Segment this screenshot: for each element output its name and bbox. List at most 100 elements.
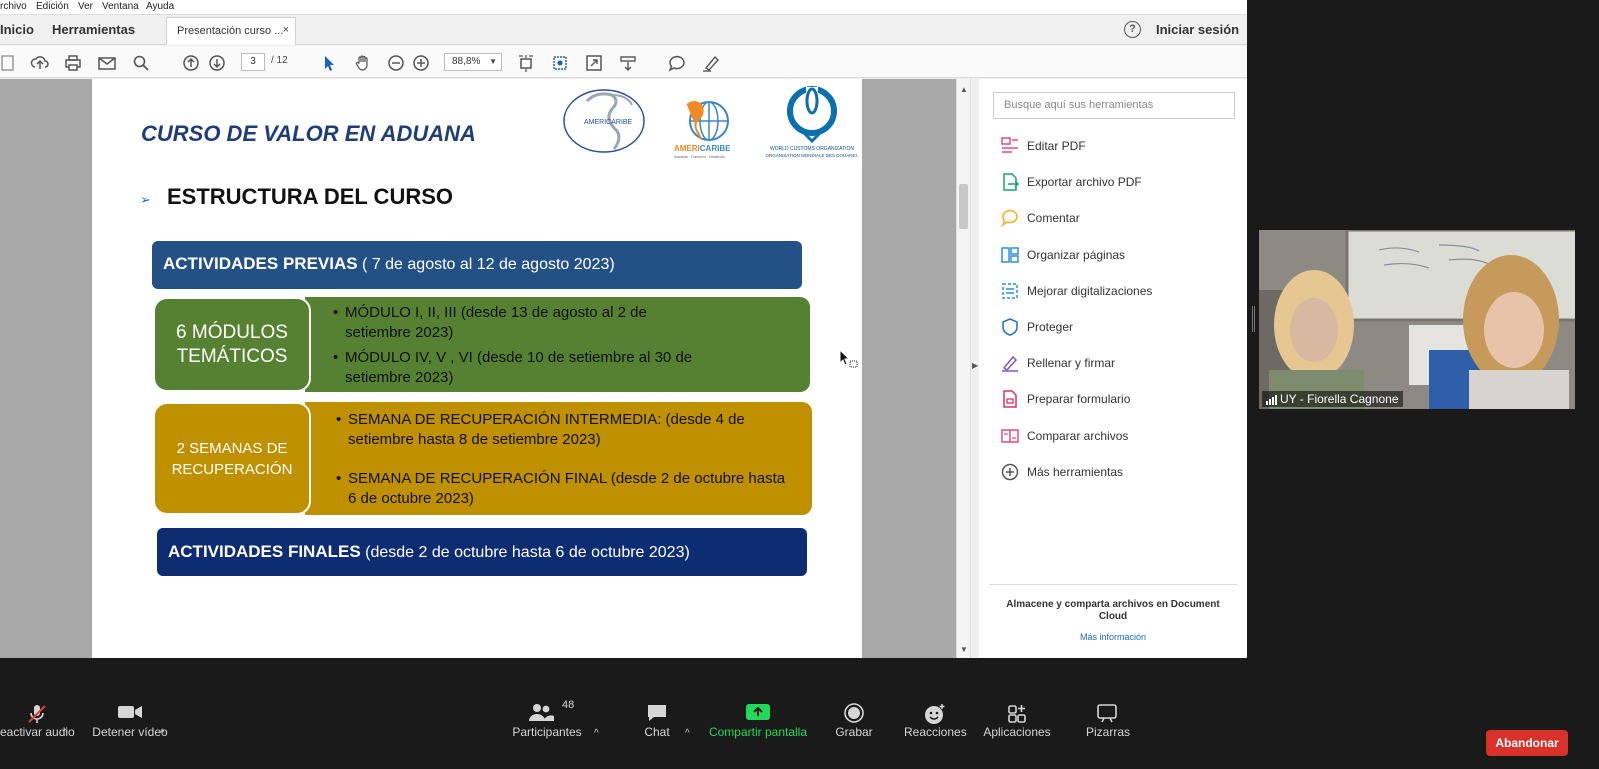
participant-name-label: UY - Fiorella Cagnone	[1262, 391, 1403, 407]
menu-ver[interactable]: Ver	[78, 1, 93, 12]
share-screen-label: Compartir pantalla	[708, 725, 808, 739]
search-icon[interactable]	[131, 53, 151, 73]
email-icon[interactable]	[97, 53, 117, 73]
chat-label: Chat	[644, 725, 670, 739]
fullscreen-icon[interactable]	[584, 53, 604, 73]
leave-meeting-button[interactable]: Abandonar	[1486, 730, 1568, 756]
divider	[989, 584, 1237, 585]
help-icon[interactable]: ?	[1124, 21, 1141, 38]
stop-video-label: Detener vídeo	[92, 725, 168, 739]
reactions-button[interactable]: Reacciones	[904, 704, 967, 739]
band-actividades-finales: ACTIVIDADES FINALES (desde 2 de octubre …	[157, 528, 807, 576]
menu-ventana[interactable]: Ventana	[102, 1, 139, 12]
vertical-scrollbar[interactable]: ▲ ▼	[956, 79, 970, 658]
menu-ayuda[interactable]: Ayuda	[146, 1, 174, 12]
gallery-splitter-handle[interactable]	[1252, 306, 1255, 332]
tool-item[interactable]: Rellenar y firmar	[1000, 353, 1230, 375]
scrollbar-thumb[interactable]	[959, 184, 968, 229]
tools-search-input[interactable]: Busque aquí sus herramientas	[993, 92, 1235, 119]
svg-text:ORGANISATION MONDIALE DES DOUA: ORGANISATION MONDIALE DES DOUANES	[766, 153, 857, 158]
chat-button[interactable]: Chat	[640, 705, 674, 739]
tool-item-label: Editar PDF	[1027, 139, 1086, 153]
tool-item-label: Proteger	[1027, 320, 1074, 334]
menu-edicion[interactable]: Edición	[36, 1, 69, 12]
video-options-chevron-icon[interactable]: ^	[160, 728, 165, 739]
tool-item[interactable]: Proteger	[1000, 317, 1230, 339]
mouse-cursor-icon	[839, 349, 858, 368]
save-icon[interactable]	[0, 53, 20, 73]
participants-button[interactable]: 48 Participantes	[510, 699, 584, 739]
tab-herramientas[interactable]: Herramientas	[52, 22, 135, 37]
fit-page-icon[interactable]	[516, 53, 536, 73]
chevron-right-icon[interactable]: ▶	[972, 361, 978, 370]
record-icon	[844, 703, 864, 726]
edit-pdf-icon	[1000, 136, 1020, 156]
section-bullet-icon: ➢	[140, 192, 151, 207]
select-cursor-icon[interactable]	[319, 53, 339, 73]
participant-video[interactable]: UY - Fiorella Cagnone	[1259, 230, 1575, 409]
modulo-item-2-text: MÓDULO IV, V , VI (desde 10 de setiembre…	[345, 349, 693, 386]
signin-button[interactable]: Iniciar sesión	[1156, 22, 1239, 37]
tool-item[interactable]: Exportar archivo PDF	[1000, 172, 1230, 194]
more-info-link[interactable]: Más información	[999, 632, 1227, 642]
page-down-icon[interactable]	[207, 53, 227, 73]
svg-text:WORLD CUSTOMS ORGANIZATION: WORLD CUSTOMS ORGANIZATION	[770, 146, 854, 152]
document-tab-title: Presentación curso ...	[177, 25, 284, 37]
upload-cloud-icon[interactable]	[30, 53, 50, 73]
print-icon[interactable]	[63, 53, 83, 73]
plus-circle-icon	[1000, 462, 1020, 482]
highlight-pen-icon[interactable]	[701, 53, 721, 73]
tool-item-label: Comentar	[1027, 211, 1080, 225]
row-recuperacion: 2 SEMANAS DE RECUPERACIÓN • SEMANA DE REC…	[153, 402, 812, 515]
page-number-input[interactable]: 3	[241, 53, 265, 71]
page-up-icon[interactable]	[181, 53, 201, 73]
menu-archivo[interactable]: rchivo	[0, 1, 27, 12]
audio-options-chevron-icon[interactable]: ^	[63, 728, 68, 739]
rotate-view-icon[interactable]	[550, 53, 570, 73]
share-screen-button[interactable]: Compartir pantalla	[708, 704, 808, 739]
document-view[interactable]: CURSO DE VALOR EN ADUANA AMERICARIBE AME…	[0, 79, 956, 658]
whiteboard-icon	[1096, 703, 1118, 726]
close-tab-icon[interactable]: ×	[283, 24, 289, 36]
participants-options-chevron-icon[interactable]: ^	[594, 728, 599, 739]
tool-item[interactable]: Preparar formulario	[1000, 389, 1230, 411]
zoom-in-icon[interactable]	[411, 53, 431, 73]
logos: AMERICARIBE AMERICARIBE Aduanas · Comerc…	[562, 83, 858, 165]
tool-item[interactable]: Mejorar digitalizaciones	[1000, 281, 1230, 303]
menu-bar: rchivo Edición Ver Ventana Ayuda	[0, 0, 1247, 15]
tool-item[interactable]: Editar PDF	[1000, 136, 1230, 158]
svg-text:AMERICARIBE: AMERICARIBE	[674, 144, 731, 153]
stop-video-button[interactable]: Detener vídeo	[92, 706, 168, 739]
zoom-out-icon[interactable]	[386, 53, 406, 73]
semana-item-1: • SEMANA DE RECUPERACIÓN INTERMEDIA: (des…	[336, 411, 745, 448]
meeting-controls-bar	[0, 658, 1599, 769]
tab-inicio[interactable]: Inicio	[0, 22, 34, 37]
tab-document[interactable]: Presentación curso ... ×	[166, 17, 296, 45]
tool-item-label: Organizar páginas	[1027, 248, 1126, 262]
svg-text:Aduanas · Comercio · Desarroll: Aduanas · Comercio · Desarrollo	[674, 155, 725, 159]
tool-item[interactable]: Comparar archivos	[1000, 426, 1230, 448]
apps-button[interactable]: Aplicaciones	[983, 705, 1051, 739]
svg-text:AMERICARIBE: AMERICARIBE	[584, 119, 633, 126]
scroll-down-icon[interactable]: ▼	[960, 645, 968, 654]
chat-options-chevron-icon[interactable]: ^	[685, 728, 690, 739]
participants-count: 48	[562, 699, 575, 711]
video-camera-icon	[117, 703, 143, 724]
tool-item-label: Exportar archivo PDF	[1027, 175, 1142, 189]
whiteboards-label: Pizarras	[1086, 725, 1131, 739]
comment-icon[interactable]	[667, 53, 687, 73]
panel-collapse-handle[interactable]: ▶	[970, 79, 979, 658]
tool-item[interactable]: Comentar	[1000, 208, 1230, 230]
tool-item[interactable]: Organizar páginas	[1000, 245, 1230, 267]
tools-panel: Busque aquí sus herramientas Editar PDF E…	[979, 79, 1247, 658]
zoom-level-select[interactable]: 88,8% ▼	[444, 53, 502, 71]
modulo-item-1: • MÓDULO I, II, III (desde 13 de agosto a…	[333, 304, 647, 341]
scroll-up-icon[interactable]: ▲	[960, 85, 968, 94]
tool-item[interactable]: Más herramientas	[1000, 462, 1230, 484]
finales-dates: (desde 2 de octubre hasta 6 de octubre 2…	[360, 544, 690, 561]
record-button[interactable]: Grabar	[834, 703, 874, 739]
whiteboards-button[interactable]: Pizarras	[1086, 704, 1131, 739]
semana-item-2-text: SEMANA DE RECUPERACIÓN FINAL (desde 2 de…	[348, 470, 786, 507]
scroll-mode-icon[interactable]	[618, 53, 638, 73]
hand-tool-icon[interactable]	[353, 53, 373, 73]
